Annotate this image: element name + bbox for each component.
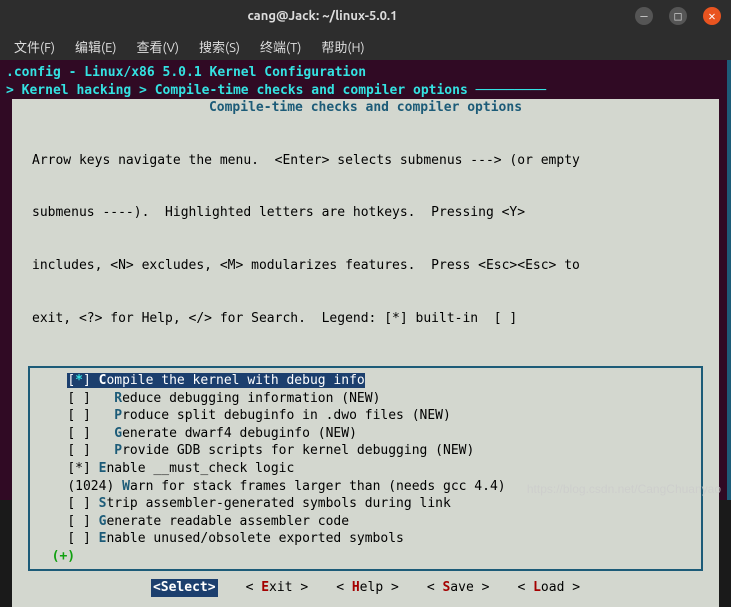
load-button[interactable]: < Load >: [517, 579, 580, 597]
dialog-title: Compile-time checks and compiler options: [20, 99, 711, 117]
option-split-debuginfo[interactable]: [ ] Produce split debuginfo in .dwo file…: [36, 407, 695, 425]
menu-edit[interactable]: 编辑(E): [69, 35, 122, 58]
close-icon[interactable]: ✕: [703, 7, 721, 25]
select-button[interactable]: <Select>: [151, 579, 218, 597]
scroll-more-indicator: (+): [36, 548, 695, 566]
option-gdb-scripts[interactable]: [ ] Provide GDB scripts for kernel debug…: [36, 442, 695, 460]
menu-view[interactable]: 查看(V): [131, 35, 185, 58]
option-unused-symbols[interactable]: [ ] Enable unused/obsolete exported symb…: [36, 530, 695, 548]
option-strip-symbols[interactable]: [ ] Strip assembler-generated symbols du…: [36, 495, 695, 513]
option-must-check[interactable]: [*] Enable __must_check logic: [36, 460, 695, 478]
options-list[interactable]: [*] Compile the kernel with debug info […: [28, 366, 703, 571]
option-dwarf4[interactable]: [ ] Generate dwarf4 debuginfo (NEW): [36, 425, 695, 443]
menu-search[interactable]: 搜索(S): [193, 35, 246, 58]
terminal-viewport[interactable]: .config - Linux/x86 5.0.1 Kernel Configu…: [0, 60, 731, 500]
dialog-buttons: <Select> < Exit > < Help > < Save > < Lo…: [20, 579, 711, 597]
menu-help[interactable]: 帮助(H): [315, 35, 370, 58]
option-readable-asm[interactable]: [ ] Generate readable assembler code: [36, 513, 695, 531]
window-controls: – □ ✕: [635, 7, 721, 25]
config-title: .config - Linux/x86 5.0.1 Kernel Configu…: [6, 64, 725, 82]
exit-button[interactable]: < Exit >: [246, 579, 309, 597]
window-title: cang@Jack: ~/linux-5.0.1: [10, 9, 635, 23]
menu-file[interactable]: 文件(F): [8, 35, 61, 58]
option-reduce-debug[interactable]: [ ] Reduce debugging information (NEW): [36, 390, 695, 408]
scrollbar[interactable]: [727, 60, 731, 500]
dialog-help: Arrow keys navigate the menu. <Enter> se…: [20, 117, 711, 363]
menu-terminal[interactable]: 终端(T): [254, 35, 307, 58]
option-compile-debug[interactable]: [*] Compile the kernel with debug info: [36, 372, 695, 390]
save-button[interactable]: < Save >: [427, 579, 490, 597]
maximize-icon[interactable]: □: [669, 7, 687, 25]
titlebar: cang@Jack: ~/linux-5.0.1 – □ ✕: [0, 0, 731, 32]
breadcrumb: > Kernel hacking > Compile-time checks a…: [6, 82, 725, 100]
menubar: 文件(F) 编辑(E) 查看(V) 搜索(S) 终端(T) 帮助(H): [0, 32, 731, 60]
watermark: https://blog.csdn.net/CangChuanyao: [527, 482, 721, 496]
minimize-icon[interactable]: –: [635, 7, 653, 25]
help-button[interactable]: < Help >: [336, 579, 399, 597]
menuconfig-dialog: Compile-time checks and compiler options…: [12, 99, 719, 607]
